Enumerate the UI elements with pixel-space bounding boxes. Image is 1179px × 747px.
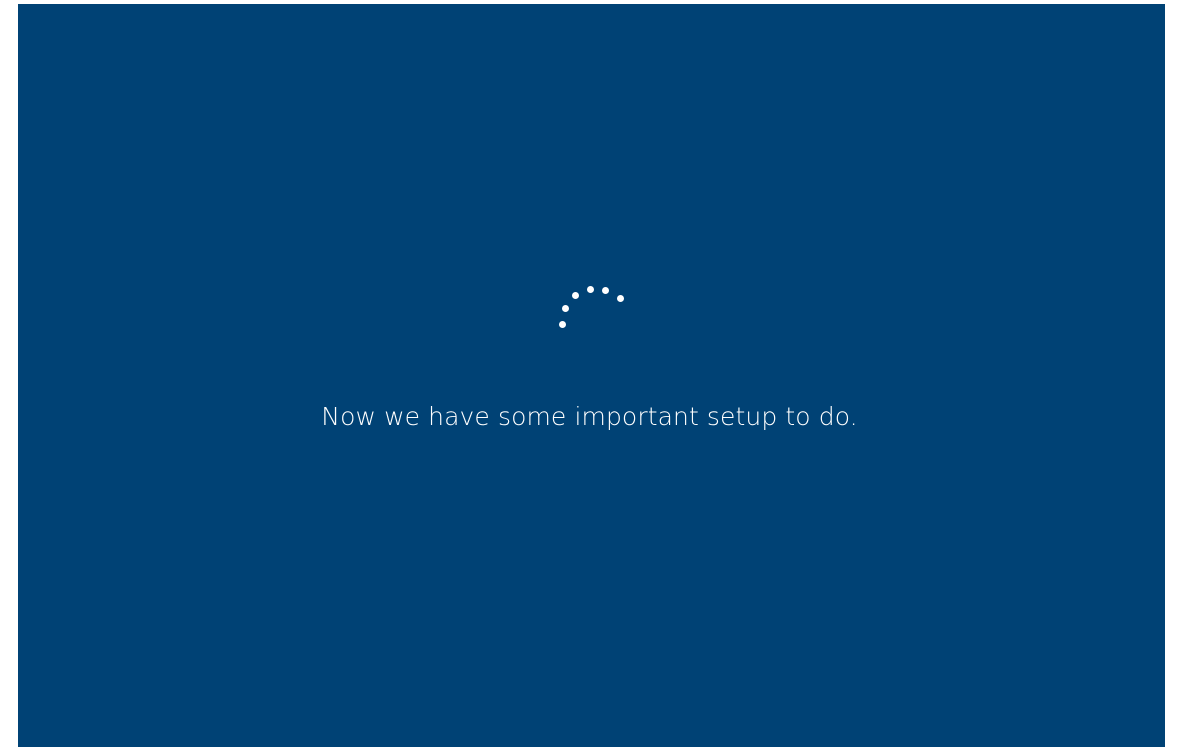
spinner-dot <box>559 321 566 328</box>
spinner-dot <box>602 287 609 294</box>
spinner-dot <box>562 305 569 312</box>
window-frame: Now we have some important setup to do. <box>0 0 1179 747</box>
setup-message: Now we have some important setup to do. <box>321 402 858 431</box>
setup-screen <box>18 4 1165 747</box>
loading-spinner-icon <box>556 283 628 331</box>
spinner-dot <box>572 292 579 299</box>
spinner-dot <box>617 295 624 302</box>
spinner-dot <box>587 286 594 293</box>
